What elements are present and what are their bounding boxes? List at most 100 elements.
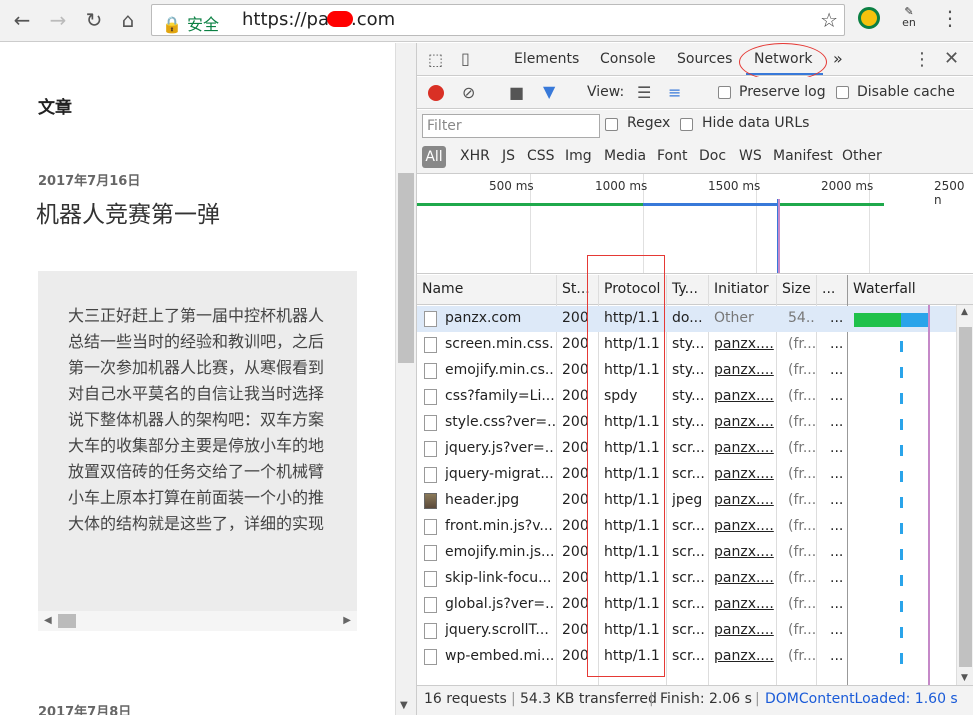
scroll-thumb[interactable] [398,173,414,363]
type-filter-other[interactable]: Other [842,148,882,164]
table-row[interactable]: emojify.min.cs... 200 http/1.1 sty... panzx.… [417,358,957,384]
large-rows-icon[interactable]: ☰ [637,83,651,102]
hide-data-urls-checkbox[interactable] [680,118,693,131]
request-initiator[interactable]: panzx.... [714,648,774,664]
scroll-left-icon[interactable]: ◀ [44,615,52,626]
home-icon[interactable]: ⌂ [116,8,140,32]
filter-bar: Filter Regex Hide data URLs All XHR JS C… [417,110,973,174]
table-row[interactable]: screen.min.css... 200 http/1.1 sty... panzx.… [417,332,957,358]
regex-checkbox[interactable] [605,118,618,131]
request-initiator[interactable]: panzx.... [714,596,774,612]
column-initiator[interactable]: Initiator [714,281,769,297]
request-initiator[interactable]: panzx.... [714,336,774,352]
request-name: emojify.min.cs... [445,362,555,378]
screenshot-camera-icon[interactable]: ■ [509,83,524,102]
disable-cache-label: Disable cache [857,84,955,100]
scroll-down-icon[interactable]: ▼ [961,673,968,683]
table-row[interactable]: jquery-migrat... 200 http/1.1 scr... panzx..… [417,462,957,488]
page-scrollbar[interactable]: ▼ [395,43,416,715]
column-time[interactable]: ... [822,281,835,297]
request-type: scr... [672,648,705,664]
inspect-element-icon[interactable]: ⬚ [428,50,443,69]
scroll-thumb[interactable] [959,327,972,667]
request-initiator[interactable]: panzx.... [714,544,774,560]
more-tabs-icon[interactable]: » [833,49,843,68]
scroll-up-icon[interactable]: ▲ [961,307,968,317]
scroll-thumb[interactable] [58,614,76,628]
post-title[interactable]: 机器人竞赛第一弹 [36,195,220,229]
filter-funnel-icon[interactable]: ▼ [543,82,555,101]
waterfall-bar [900,419,903,430]
request-initiator[interactable]: panzx.... [714,570,774,586]
requests-table: Name St... Protocol Ty... Initiator Size… [417,275,973,685]
excerpt-horizontal-scrollbar[interactable]: ◀ ▶ [38,611,357,631]
tab-console[interactable]: Console [600,51,656,67]
type-filter-media[interactable]: Media [604,148,646,164]
tick-label: 500 ms [489,179,534,193]
type-filter-xhr[interactable]: XHR [460,148,490,164]
request-initiator[interactable]: panzx.... [714,440,774,456]
tab-elements[interactable]: Elements [514,51,579,67]
type-filter-img[interactable]: Img [565,148,592,164]
column-size[interactable]: Size [782,281,811,297]
table-row[interactable]: wp-embed.mi... 200 http/1.1 scr... panzx....… [417,644,957,670]
record-icon[interactable] [428,85,444,101]
column-name[interactable]: Name [422,281,463,297]
table-row[interactable]: front.min.js?v... 200 http/1.1 scr... panzx.… [417,514,957,540]
devtools-menu-icon[interactable]: ⋮ [913,49,931,70]
extension-icon[interactable] [858,7,880,29]
column-type[interactable]: Ty... [672,281,698,297]
request-time: ... [830,492,844,508]
request-initiator[interactable]: panzx.... [714,362,774,378]
scroll-right-icon[interactable]: ▶ [343,615,351,626]
document-file-icon [424,441,437,457]
table-row[interactable]: jquery.js?ver=... 200 http/1.1 scr... panzx.… [417,436,957,462]
preserve-log-checkbox[interactable] [718,86,731,99]
table-row[interactable]: global.js?ver=... 200 http/1.1 scr... panzx.… [417,592,957,618]
table-row[interactable]: css?family=Li... 200 spdy sty... panzx.... (f… [417,384,957,410]
clear-icon[interactable]: ⊘ [462,83,475,102]
secure-indicator[interactable]: 🔒 安全 [162,11,219,35]
request-initiator[interactable]: panzx.... [714,414,774,430]
address-bar[interactable]: 🔒 安全 https://pa .com ☆ [151,4,845,36]
request-initiator[interactable]: panzx.... [714,518,774,534]
request-size: (fr... [788,648,816,664]
table-row[interactable]: emojify.min.js... 200 http/1.1 scr... panzx.… [417,540,957,566]
request-initiator[interactable]: panzx.... [714,388,774,404]
browser-menu-icon[interactable]: ⋮ [940,6,960,30]
close-icon[interactable]: ✕ [944,48,959,69]
request-size: (fr... [788,466,816,482]
request-initiator[interactable]: panzx.... [714,492,774,508]
disable-cache-checkbox[interactable] [836,86,849,99]
table-row[interactable]: style.css?ver=... 200 http/1.1 sty... panzx.… [417,410,957,436]
device-toolbar-icon[interactable]: ▯ [461,49,470,68]
forward-arrow-icon[interactable]: → [46,8,70,32]
tab-sources[interactable]: Sources [677,51,732,67]
request-name: skip-link-focu... [445,570,552,586]
translate-extension-icon[interactable]: ✎ en [895,6,923,28]
table-row[interactable]: panzx.com200http/1.1do...Other54...... [417,306,957,332]
column-waterfall[interactable]: Waterfall [853,281,916,297]
type-filter-ws[interactable]: WS [739,148,762,164]
back-arrow-icon[interactable]: ← [10,8,34,32]
table-row[interactable]: jquery.scrollT... 200 http/1.1 scr... panzx.… [417,618,957,644]
type-filter-manifest[interactable]: Manifest [773,148,833,164]
bookmark-star-icon[interactable]: ☆ [820,8,838,32]
reload-icon[interactable]: ↻ [82,8,106,32]
request-initiator[interactable]: panzx.... [714,466,774,482]
network-overview-timeline[interactable]: 500 ms 1000 ms 1500 ms 2000 ms 2500 n [417,174,973,274]
browser-toolbar: ← → ↻ ⌂ 🔒 安全 https://pa .com ☆ ✎ en ⋮ [0,0,973,42]
requests-scrollbar[interactable]: ▲ ▼ [956,305,973,685]
type-filter-css[interactable]: CSS [527,148,555,164]
column-status[interactable]: St... [562,281,590,297]
type-filter-all[interactable]: All [422,146,446,168]
overview-icon[interactable]: ≡ [668,83,681,102]
table-row[interactable]: header.jpg 200 http/1.1 jpeg panzx.... (fr...… [417,488,957,514]
filter-input[interactable]: Filter [422,114,600,138]
request-initiator[interactable]: panzx.... [714,622,774,638]
type-filter-font[interactable]: Font [657,148,687,164]
scroll-down-icon[interactable]: ▼ [400,700,408,711]
type-filter-doc[interactable]: Doc [699,148,726,164]
type-filter-js[interactable]: JS [502,148,515,164]
table-row[interactable]: skip-link-focu... 200 http/1.1 scr... panzx.… [417,566,957,592]
